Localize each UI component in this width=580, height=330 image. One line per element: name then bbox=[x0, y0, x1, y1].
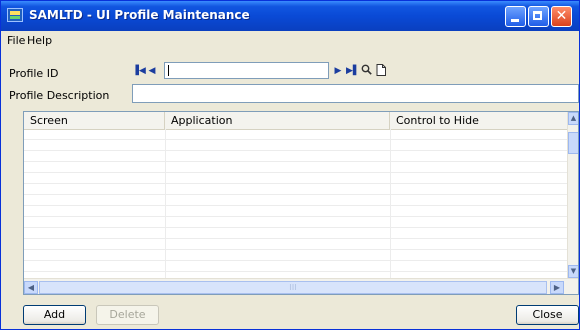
close-window-button[interactable]: ✕ bbox=[551, 6, 572, 27]
add-button[interactable]: Add bbox=[23, 305, 86, 325]
scroll-up-icon[interactable]: ▲ bbox=[568, 112, 578, 125]
first-record-icon[interactable]: ▐◀ bbox=[132, 64, 146, 78]
app-window: SAMLTD - UI Profile Maintenance ✕ File H… bbox=[0, 0, 580, 330]
text-caret bbox=[168, 65, 169, 76]
grid-rows[interactable] bbox=[24, 129, 567, 278]
last-record-icon[interactable]: ▶▌ bbox=[346, 64, 360, 78]
scroll-right-icon[interactable]: ▶ bbox=[550, 281, 564, 294]
delete-button[interactable]: Delete bbox=[96, 305, 159, 325]
horizontal-scrollbar[interactable]: ◀ ⁝⁝⁝ ▶ bbox=[24, 278, 578, 294]
column-header-control-to-hide[interactable]: Control to Hide bbox=[390, 112, 567, 129]
next-record-icon[interactable]: ▶ bbox=[332, 64, 344, 78]
column-divider bbox=[390, 129, 391, 278]
profile-id-input[interactable] bbox=[164, 62, 329, 79]
title-bar[interactable]: SAMLTD - UI Profile Maintenance ✕ bbox=[1, 1, 579, 31]
column-header-screen[interactable]: Screen bbox=[24, 112, 165, 129]
minimize-icon bbox=[511, 19, 519, 22]
profile-description-label: Profile Description bbox=[9, 89, 110, 102]
window-title: SAMLTD - UI Profile Maintenance bbox=[29, 8, 250, 22]
previous-record-icon[interactable]: ◀ bbox=[146, 64, 158, 78]
grid-header: Screen Application Control to Hide bbox=[24, 112, 567, 130]
profile-id-label: Profile ID bbox=[9, 67, 59, 80]
profile-description-input[interactable] bbox=[132, 84, 579, 103]
close-button[interactable]: Close bbox=[516, 305, 579, 325]
new-record-icon[interactable] bbox=[375, 64, 387, 78]
menu-help[interactable]: Help bbox=[27, 34, 52, 47]
lookup-icon[interactable] bbox=[360, 64, 372, 78]
app-icon bbox=[7, 8, 23, 22]
column-header-application[interactable]: Application bbox=[165, 112, 390, 129]
horizontal-scroll-thumb[interactable]: ⁝⁝⁝ bbox=[39, 281, 547, 294]
maximize-icon bbox=[533, 11, 542, 20]
vertical-scroll-thumb[interactable] bbox=[568, 132, 578, 154]
menu-file[interactable]: File bbox=[7, 34, 25, 47]
scroll-left-icon[interactable]: ◀ bbox=[24, 281, 38, 294]
scroll-down-icon[interactable]: ▼ bbox=[568, 265, 578, 278]
hidden-controls-grid[interactable]: Screen Application Control to Hide ▲ ▼ ◀… bbox=[23, 111, 579, 295]
minimize-button[interactable] bbox=[505, 6, 526, 27]
column-divider bbox=[165, 129, 166, 278]
maximize-button[interactable] bbox=[528, 6, 549, 27]
menu-bar: File Help bbox=[1, 31, 579, 49]
close-icon: ✕ bbox=[555, 8, 568, 24]
vertical-scrollbar[interactable]: ▲ ▼ bbox=[567, 112, 578, 278]
